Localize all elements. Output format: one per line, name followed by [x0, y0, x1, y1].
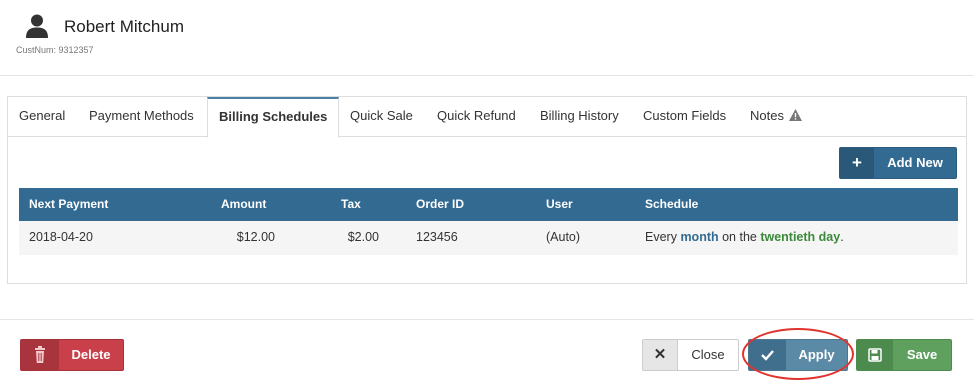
- cell-user: (Auto): [546, 230, 581, 244]
- delete-button[interactable]: Delete: [20, 339, 124, 371]
- plus-icon: +: [840, 148, 874, 178]
- schedule-day: twentieth day: [760, 230, 841, 244]
- cell-amount: $12.00: [236, 230, 275, 244]
- apply-label: Apply: [798, 347, 835, 362]
- table-header: Next Payment Amount Tax Order ID User Sc…: [19, 188, 958, 221]
- col-schedule: Schedule: [645, 197, 699, 211]
- cell-order-id: 123456: [416, 230, 458, 244]
- warning-icon: [788, 109, 802, 122]
- col-tax: Tax: [341, 197, 361, 211]
- save-label: Save: [906, 347, 938, 362]
- col-amount: Amount: [221, 197, 267, 211]
- delete-label: Delete: [71, 347, 111, 362]
- check-icon: [749, 340, 786, 370]
- trash-icon: [21, 340, 59, 370]
- col-next-payment: Next Payment: [29, 197, 109, 211]
- add-new-button[interactable]: + Add New: [839, 147, 957, 179]
- tab-payment-methods[interactable]: Payment Methods: [78, 97, 205, 137]
- col-user: User: [546, 197, 573, 211]
- add-new-label: Add New: [887, 155, 943, 170]
- close-icon: ✕: [643, 340, 678, 370]
- tab-custom-fields[interactable]: Custom Fields: [632, 97, 737, 137]
- tab-quick-refund[interactable]: Quick Refund: [426, 97, 527, 137]
- user-icon: [26, 14, 48, 38]
- customer-name: Robert Mitchum: [64, 17, 184, 36]
- tab-general[interactable]: General: [8, 97, 76, 137]
- save-button[interactable]: Save: [856, 339, 952, 371]
- cell-tax: $2.00: [347, 230, 379, 244]
- floppy-disk-icon: [857, 340, 893, 370]
- col-order-id: Order ID: [416, 197, 465, 211]
- close-button[interactable]: ✕ Close: [642, 339, 739, 371]
- cell-schedule: Every month on the twentieth day.: [645, 221, 844, 255]
- table-row[interactable]: 2018-04-20 $12.00 $2.00 123456 (Auto) Ev…: [19, 221, 958, 255]
- close-label: Close: [691, 347, 725, 362]
- footer-divider: [0, 319, 974, 320]
- cell-next-payment: 2018-04-20: [29, 230, 93, 244]
- tab-quick-sale[interactable]: Quick Sale: [339, 97, 424, 137]
- tab-bar: General Payment Methods Billing Schedule…: [8, 97, 966, 138]
- tab-notes[interactable]: Notes: [739, 97, 813, 137]
- schedule-middle: on the: [718, 230, 761, 244]
- tab-billing-history[interactable]: Billing History: [529, 97, 630, 137]
- customer-header: Robert Mitchum CustNum: 9312357: [0, 0, 974, 76]
- customer-number: CustNum: 9312357: [16, 45, 94, 55]
- schedule-prefix: Every: [645, 230, 681, 244]
- schedule-interval: month: [680, 230, 719, 244]
- customer-panel: General Payment Methods Billing Schedule…: [7, 96, 967, 284]
- apply-button[interactable]: Apply: [748, 339, 848, 371]
- tab-notes-label: Notes: [750, 108, 784, 123]
- tab-billing-schedules[interactable]: Billing Schedules: [207, 97, 340, 138]
- schedule-suffix: .: [840, 230, 844, 244]
- billing-schedule-table: Next Payment Amount Tax Order ID User Sc…: [19, 188, 958, 255]
